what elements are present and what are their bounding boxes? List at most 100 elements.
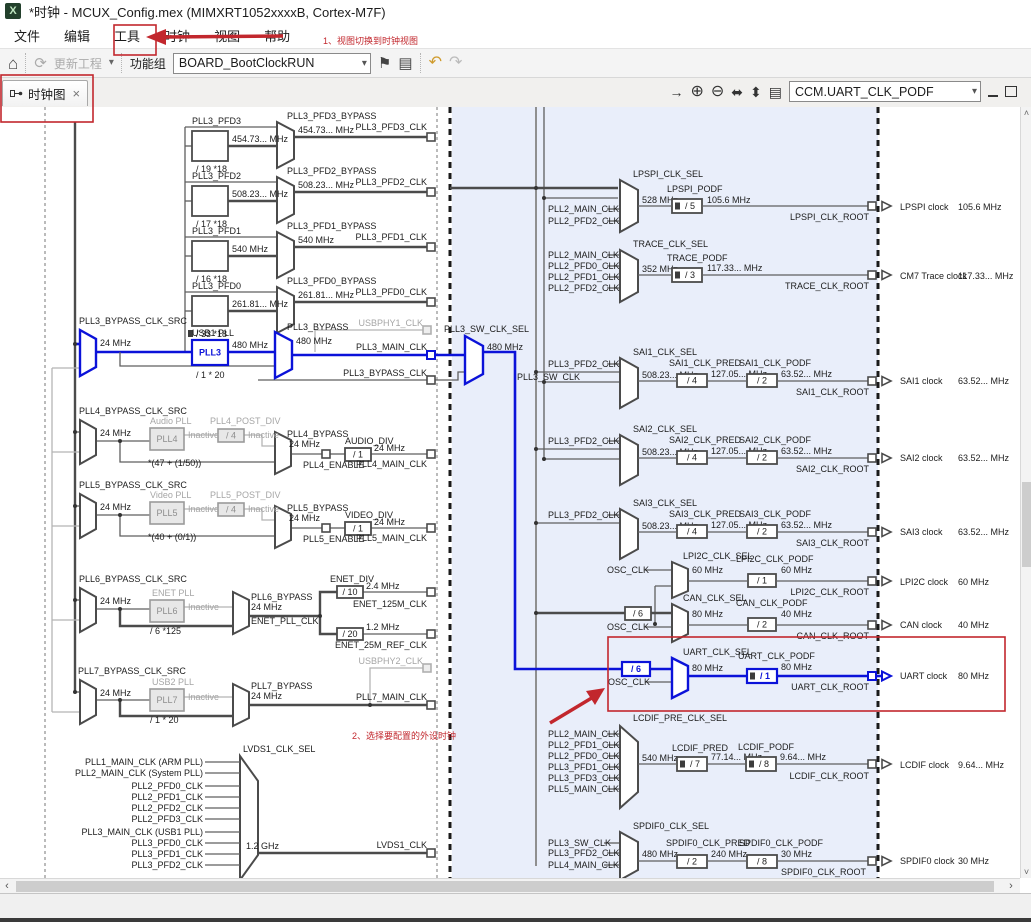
pll3-pfd0[interactable]	[192, 296, 228, 326]
menu-item-file[interactable]: 文件	[8, 24, 46, 47]
sai3-clk-pred[interactable]: / 4	[677, 525, 707, 538]
update-project-icon[interactable]: ⟳	[34, 56, 47, 71]
lvds1-clk-port[interactable]	[427, 849, 435, 857]
lpi2c-clock-out[interactable]	[882, 577, 891, 586]
can-pre-div[interactable]: / 6	[625, 607, 651, 620]
pll3-sw-clk-sel-mux[interactable]	[465, 336, 483, 384]
lpspi-clk-root-port[interactable]	[868, 202, 876, 210]
sai1-clk-pred[interactable]: / 4	[677, 374, 707, 387]
pll6[interactable]: PLL6	[150, 600, 184, 622]
can-clk-sel-mux[interactable]	[672, 604, 688, 642]
sai3-clk-podf[interactable]: / 2	[747, 525, 777, 538]
notes-icon[interactable]: ▤	[398, 56, 412, 71]
vertical-scrollbar-thumb[interactable]	[1022, 482, 1031, 567]
enet-div-25m[interactable]: / 20	[337, 628, 363, 640]
pll6-bypass-mux[interactable]	[233, 592, 249, 634]
uart-clock-out[interactable]	[882, 672, 891, 681]
sai1-clk-root-port[interactable]	[868, 377, 876, 385]
zoom-out-icon[interactable]: ⊖	[711, 84, 724, 100]
lcdif-pred[interactable]: / 7	[677, 757, 707, 771]
pll3-pfd3[interactable]	[192, 131, 228, 161]
fit-width-icon[interactable]: ⬌	[731, 85, 743, 99]
lcdif-clk-root-port[interactable]	[868, 760, 876, 768]
sai2-clk-podf[interactable]: / 2	[747, 451, 777, 464]
clock-diagram-canvas[interactable]: PLL3_PFD3454.73... MHz/ 19 *18PLL3_PFD3_…	[0, 107, 1020, 878]
vertical-scrollbar[interactable]: ˄ ˅	[1020, 107, 1031, 878]
lcdif-podf[interactable]: / 8	[746, 757, 776, 771]
horizontal-scrollbar[interactable]: ‹ ›	[0, 878, 1020, 893]
can-clk-podf[interactable]: / 2	[748, 618, 776, 631]
spdif0-clock-out[interactable]	[882, 857, 891, 866]
spdif0-clk-root-port[interactable]	[868, 857, 876, 865]
uart-clk-root-port[interactable]	[868, 672, 876, 680]
pll4-main-clk-port[interactable]	[427, 450, 435, 458]
pll4[interactable]: PLL4	[150, 428, 184, 450]
home-icon[interactable]: ⌂	[8, 55, 18, 72]
pll3-pfd1-bypass-mux[interactable]	[277, 232, 294, 278]
lvds1-clk-sel-mux[interactable]	[240, 756, 258, 878]
pll5-post-div[interactable]: / 4	[218, 503, 244, 516]
lpspi-clk-sel-mux[interactable]	[620, 180, 638, 232]
chevron-down-icon[interactable]: ▾	[109, 58, 114, 68]
pll3-pfd2-clk-port[interactable]	[427, 188, 435, 196]
pll7-bypass-mux[interactable]	[233, 684, 249, 726]
pll5-bypass-src-mux[interactable]	[80, 494, 96, 538]
lcdif-clock-out[interactable]	[882, 760, 891, 769]
update-project-button[interactable]: 更新工程	[54, 55, 102, 72]
redo-icon[interactable]: ↷	[449, 55, 462, 71]
functional-group-select[interactable]: BOARD_BootClockRUN ▾	[173, 53, 371, 74]
pll3-bypass-clk-port[interactable]	[427, 376, 435, 384]
pll3-main-clk-port[interactable]	[427, 351, 435, 359]
tab-clock-diagram[interactable]: 时钟图 ×	[2, 80, 88, 106]
flag-icon[interactable]: ⚑	[378, 56, 391, 71]
minimize-view-icon[interactable]	[988, 86, 998, 97]
lcdif-pre-clk-sel-mux[interactable]	[620, 726, 638, 808]
spdif0-clk-podf[interactable]: / 8	[747, 855, 777, 868]
sai3-clk-sel-mux[interactable]	[620, 509, 638, 559]
scroll-up-icon[interactable]: ˄	[1021, 108, 1031, 118]
menu-item-tools[interactable]: 工具	[108, 24, 146, 47]
pll6-bypass-src-mux[interactable]	[80, 588, 96, 632]
comment-icon[interactable]: ▤	[769, 85, 782, 99]
sai2-clk-sel-mux[interactable]	[620, 435, 638, 485]
undo-icon[interactable]: ↶	[429, 55, 442, 71]
trace-clk-root-port[interactable]	[868, 271, 876, 279]
sai2-clock-out[interactable]	[882, 454, 891, 463]
enet-125m-clk-port[interactable]	[427, 588, 435, 596]
lpi2c-clk-root-port[interactable]	[868, 577, 876, 585]
menu-item-clocks[interactable]: 时钟	[158, 24, 196, 47]
trace-podf[interactable]: / 3	[672, 268, 702, 282]
pll4-bypass-src-mux[interactable]	[80, 420, 96, 464]
pll4-post-div[interactable]: / 4	[218, 429, 244, 442]
pll5-main-clk-port[interactable]	[427, 524, 435, 532]
cm7-trace-clock-out[interactable]	[882, 271, 891, 280]
scroll-down-icon[interactable]: ˅	[1021, 867, 1031, 877]
pll4-enable-port[interactable]	[322, 450, 330, 458]
uart-clk-podf[interactable]: / 1	[747, 669, 777, 683]
sai1-clk-sel-mux[interactable]	[620, 358, 638, 408]
sai1-clk-podf[interactable]: / 2	[747, 374, 777, 387]
pll3-pfd2[interactable]	[192, 186, 228, 216]
horizontal-scrollbar-thumb[interactable]	[16, 881, 994, 892]
menu-item-help[interactable]: 帮助	[258, 24, 296, 47]
pll3-pfd2-bypass-mux[interactable]	[277, 177, 294, 223]
close-icon[interactable]: ×	[73, 86, 81, 101]
pll3-pfd1-clk-port[interactable]	[427, 243, 435, 251]
sai3-clock-out[interactable]	[882, 528, 891, 537]
maximize-view-icon[interactable]	[1005, 86, 1017, 97]
lpi2c-clk-podf[interactable]: / 1	[748, 574, 776, 587]
sai2-clk-pred[interactable]: / 4	[677, 451, 707, 464]
usbphy2-clk-port[interactable]	[423, 664, 431, 672]
scroll-right-icon[interactable]: ›	[1004, 880, 1018, 892]
scroll-left-icon[interactable]: ‹	[0, 880, 14, 892]
pll5[interactable]: PLL5	[150, 502, 184, 524]
lpspi-clock-out[interactable]	[882, 202, 891, 211]
sai3-clk-root-port[interactable]	[868, 528, 876, 536]
uart-pre-div[interactable]: / 6	[622, 662, 650, 676]
pll3-pfd1[interactable]	[192, 241, 228, 271]
fit-height-icon[interactable]: ⬍	[750, 85, 762, 99]
pll3-bypass-mux[interactable]	[275, 332, 292, 378]
lpspi-podf[interactable]: / 5	[672, 199, 702, 213]
can-clock-out[interactable]	[882, 621, 891, 630]
spdif0-clk-pred[interactable]: / 2	[677, 855, 707, 868]
